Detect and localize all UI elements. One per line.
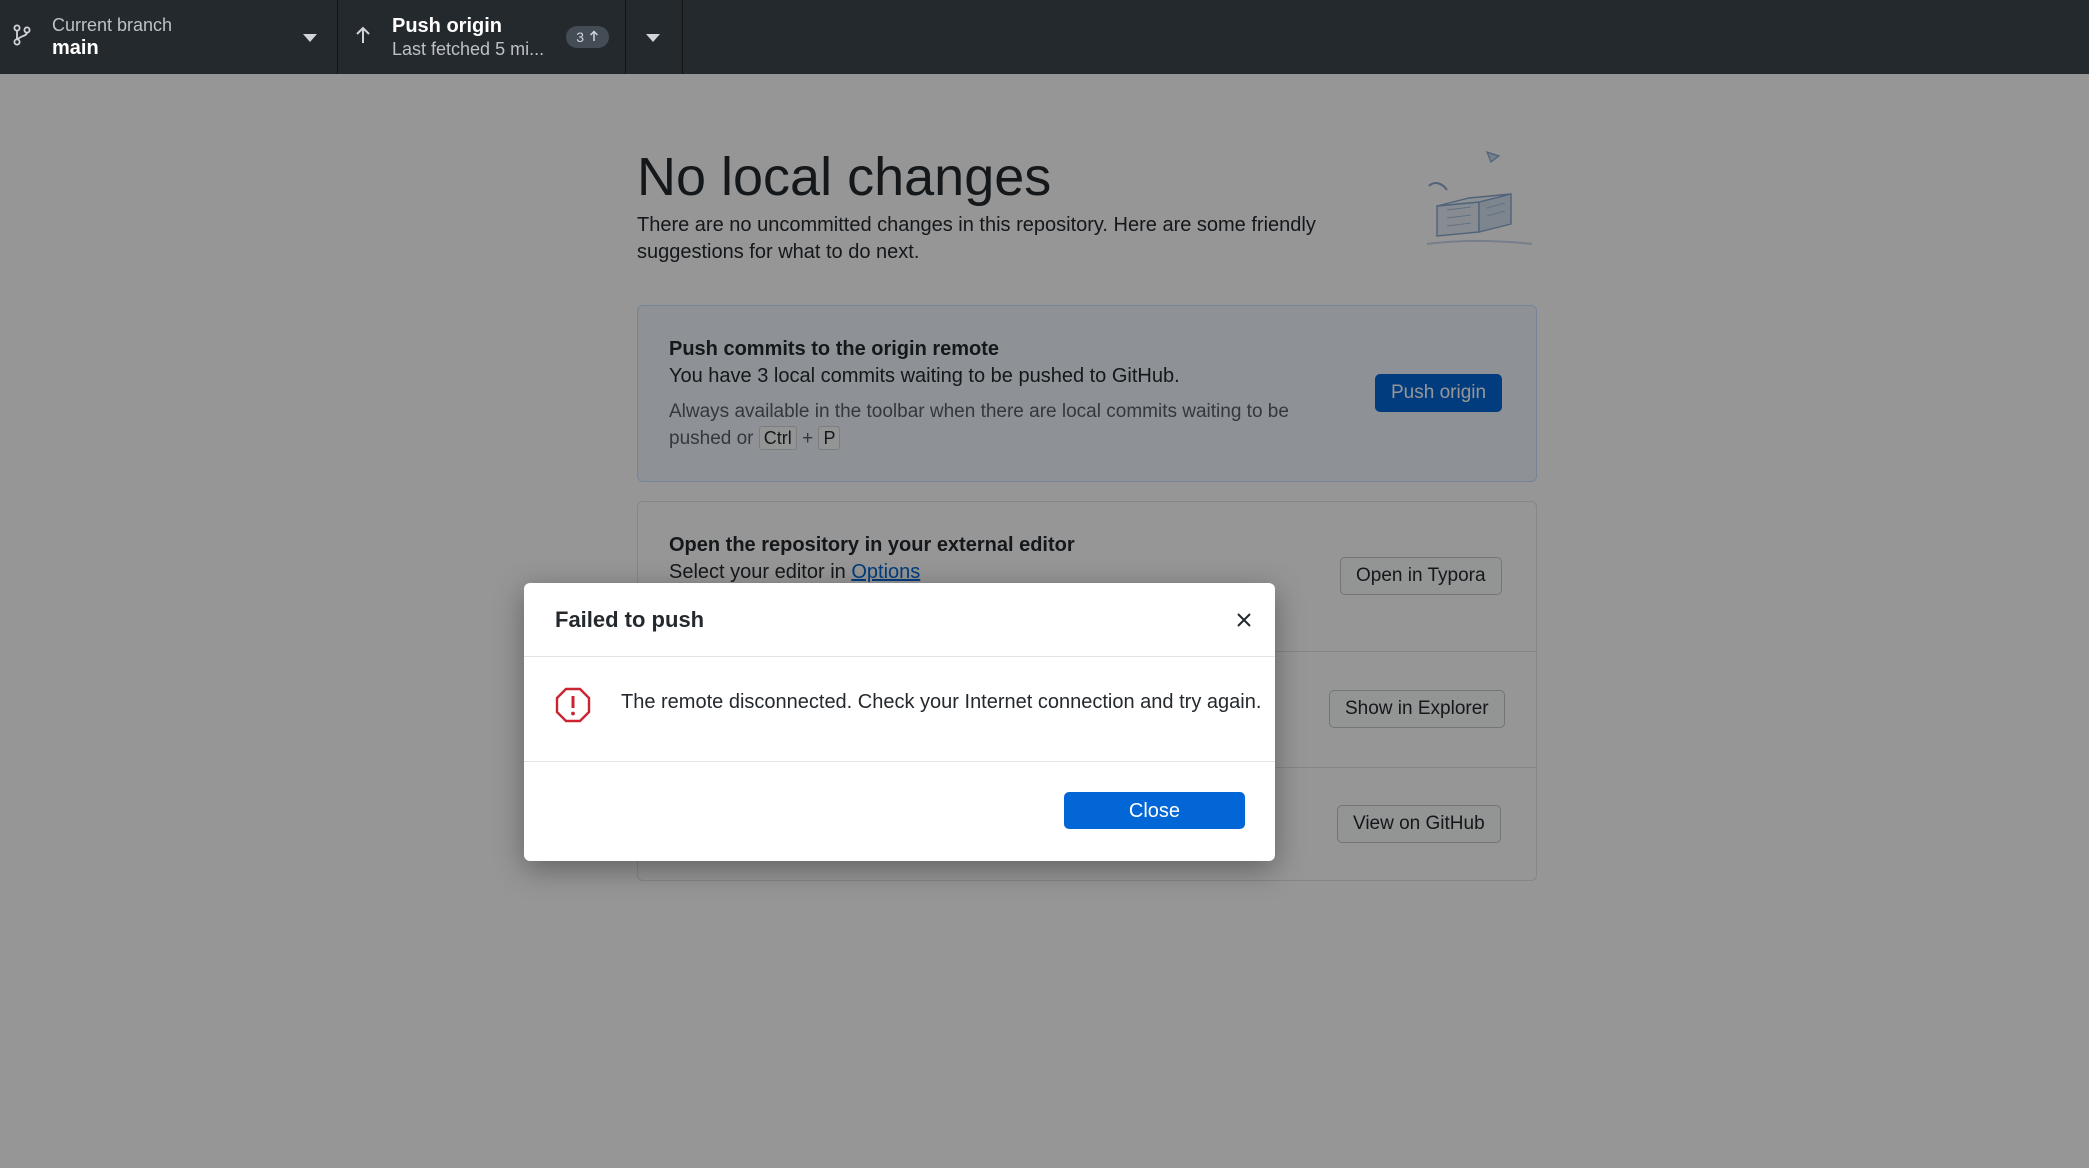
arrow-up-icon <box>354 25 372 50</box>
commits-ahead-badge: 3 <box>566 26 609 48</box>
last-fetched-text: Last fetched 5 mi... <box>392 39 545 59</box>
dialog-footer: Close <box>524 762 1275 860</box>
chevron-down-icon <box>646 34 660 42</box>
close-icon[interactable] <box>1229 605 1259 635</box>
failed-to-push-dialog: Failed to push The remote disconnected. … <box>524 583 1275 861</box>
arrow-up-small-icon <box>589 26 599 48</box>
error-octagon-icon <box>555 687 591 723</box>
current-branch-label: Current branch <box>52 15 173 35</box>
current-branch-name: main <box>52 37 99 59</box>
dialog-body: The remote disconnected. Check your Inte… <box>524 657 1275 762</box>
push-options-dropdown[interactable] <box>626 0 683 74</box>
app-toolbar: Current branch main Push origin Last fet… <box>0 0 2089 74</box>
push-origin-title: Push origin <box>392 15 502 37</box>
dialog-title: Failed to push <box>555 607 705 632</box>
current-branch-button[interactable]: Current branch main <box>0 0 338 74</box>
commits-ahead-count: 3 <box>576 29 584 45</box>
push-origin-button[interactable]: Push origin Last fetched 5 mi... 3 <box>338 0 626 74</box>
close-button[interactable]: Close <box>1064 792 1245 829</box>
chevron-down-icon <box>303 34 317 42</box>
dialog-message: The remote disconnected. Check your Inte… <box>621 691 1262 713</box>
git-branch-icon <box>12 24 32 51</box>
dialog-header: Failed to push <box>524 583 1275 657</box>
